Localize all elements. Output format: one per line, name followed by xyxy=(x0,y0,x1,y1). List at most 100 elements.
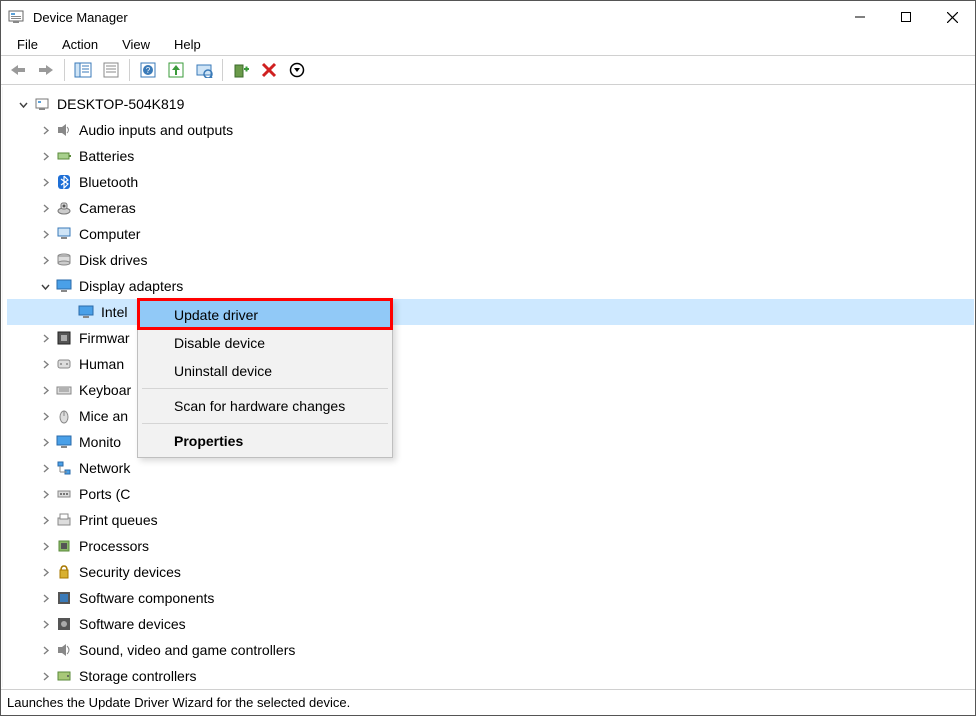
tree-item-bluetooth[interactable]: Bluetooth xyxy=(7,169,974,195)
camera-icon xyxy=(55,199,73,217)
expand-toggle[interactable] xyxy=(37,616,53,632)
expand-toggle[interactable] xyxy=(37,356,53,372)
expand-toggle[interactable] xyxy=(37,512,53,528)
expand-toggle[interactable] xyxy=(37,668,53,684)
toolbar-properties-button[interactable] xyxy=(98,58,124,82)
expand-toggle[interactable] xyxy=(15,96,31,112)
tree-item-label: Disk drives xyxy=(79,252,147,268)
expand-toggle[interactable] xyxy=(37,174,53,190)
menu-bar: File Action View Help xyxy=(1,33,975,55)
tree-item-label: Batteries xyxy=(79,148,134,164)
tree-item-label: Processors xyxy=(79,538,149,554)
expand-toggle[interactable] xyxy=(37,538,53,554)
toolbar: ? xyxy=(1,55,975,85)
toolbar-help-button[interactable]: ? xyxy=(135,58,161,82)
computer-icon xyxy=(55,225,73,243)
tree-item-computer[interactable]: Computer xyxy=(7,221,974,247)
tree-item-cpu[interactable]: Processors xyxy=(7,533,974,559)
toolbar-back-button[interactable] xyxy=(5,58,31,82)
ctx-update-driver[interactable]: Update driver xyxy=(140,301,390,329)
tree-item-label: Storage controllers xyxy=(79,668,197,684)
display-icon xyxy=(55,277,73,295)
expand-toggle[interactable] xyxy=(37,590,53,606)
tree-item-swcomp[interactable]: Software components xyxy=(7,585,974,611)
toolbar-scan-hardware-button[interactable] xyxy=(191,58,217,82)
swdev-icon xyxy=(55,615,73,633)
expand-toggle[interactable] xyxy=(37,486,53,502)
toolbar-forward-button[interactable] xyxy=(33,58,59,82)
firmware-icon xyxy=(55,329,73,347)
expand-toggle[interactable] xyxy=(37,200,53,216)
tree-item-audio[interactable]: Audio inputs and outputs xyxy=(7,117,974,143)
toolbar-separator xyxy=(222,59,223,81)
tree-item-swdev[interactable]: Software devices xyxy=(7,611,974,637)
tree-item-label: Monito xyxy=(79,434,121,450)
expand-toggle[interactable] xyxy=(37,226,53,242)
tree-item-label: Mice an xyxy=(79,408,128,424)
expand-toggle[interactable] xyxy=(37,330,53,346)
expand-toggle[interactable] xyxy=(37,252,53,268)
menu-file[interactable]: File xyxy=(7,35,48,54)
disk-icon xyxy=(55,251,73,269)
network-icon xyxy=(55,459,73,477)
title-bar: Device Manager xyxy=(1,1,975,33)
tree-item-label: Intel xyxy=(101,304,127,320)
tree-item-label: Software components xyxy=(79,590,214,606)
window-title: Device Manager xyxy=(33,10,128,25)
ctx-scan-hardware[interactable]: Scan for hardware changes xyxy=(140,392,390,420)
minimize-button[interactable] xyxy=(837,1,883,33)
window-controls xyxy=(837,1,975,33)
ctx-disable-device[interactable]: Disable device xyxy=(140,329,390,357)
expand-toggle[interactable] xyxy=(37,382,53,398)
tree-root[interactable]: DESKTOP-504K819 xyxy=(7,91,974,117)
toolbar-add-hardware-button[interactable] xyxy=(228,58,254,82)
tree-item-network[interactable]: Network xyxy=(7,455,974,481)
toolbar-disable-button[interactable] xyxy=(284,58,310,82)
status-text: Launches the Update Driver Wizard for th… xyxy=(7,695,350,710)
expand-toggle[interactable] xyxy=(37,148,53,164)
tree-item-disk[interactable]: Disk drives xyxy=(7,247,974,273)
ctx-separator xyxy=(142,423,388,424)
tree-item-printq[interactable]: Print queues xyxy=(7,507,974,533)
expand-toggle[interactable] xyxy=(37,642,53,658)
menu-view[interactable]: View xyxy=(112,35,160,54)
battery-icon xyxy=(55,147,73,165)
expand-toggle[interactable] xyxy=(37,122,53,138)
tree-item-label: Bluetooth xyxy=(79,174,138,190)
maximize-button[interactable] xyxy=(883,1,929,33)
expand-toggle[interactable] xyxy=(37,564,53,580)
toolbar-separator xyxy=(64,59,65,81)
toolbar-show-hide-tree-button[interactable] xyxy=(70,58,96,82)
ctx-separator xyxy=(142,388,388,389)
ctx-uninstall-device[interactable]: Uninstall device xyxy=(140,357,390,385)
tree-item-ports[interactable]: Ports (C xyxy=(7,481,974,507)
context-menu: Update driver Disable device Uninstall d… xyxy=(137,298,393,458)
monitor-icon xyxy=(55,433,73,451)
expand-toggle[interactable] xyxy=(37,434,53,450)
app-icon xyxy=(7,8,25,26)
tree-item-sound[interactable]: Sound, video and game controllers xyxy=(7,637,974,663)
toolbar-update-driver-button[interactable] xyxy=(163,58,189,82)
mouse-icon xyxy=(55,407,73,425)
tree-item-label: Security devices xyxy=(79,564,181,580)
bluetooth-icon xyxy=(55,173,73,191)
toolbar-uninstall-button[interactable] xyxy=(256,58,282,82)
close-button[interactable] xyxy=(929,1,975,33)
expand-toggle[interactable] xyxy=(37,460,53,476)
ctx-properties[interactable]: Properties xyxy=(140,427,390,455)
tree-item-camera[interactable]: Cameras xyxy=(7,195,974,221)
display-child-icon xyxy=(77,303,95,321)
tree-item-display[interactable]: Display adapters xyxy=(7,273,974,299)
tree-item-label: Cameras xyxy=(79,200,136,216)
expand-toggle[interactable] xyxy=(37,278,53,294)
tree-item-label: Firmwar xyxy=(79,330,130,346)
expand-toggle[interactable] xyxy=(37,408,53,424)
tree-item-battery[interactable]: Batteries xyxy=(7,143,974,169)
menu-help[interactable]: Help xyxy=(164,35,211,54)
menu-action[interactable]: Action xyxy=(52,35,108,54)
tree-item-security[interactable]: Security devices xyxy=(7,559,974,585)
tree-item-label: Ports (C xyxy=(79,486,130,502)
svg-text:?: ? xyxy=(146,66,151,75)
tree-item-label: Human xyxy=(79,356,124,372)
tree-item-storage[interactable]: Storage controllers xyxy=(7,663,974,687)
